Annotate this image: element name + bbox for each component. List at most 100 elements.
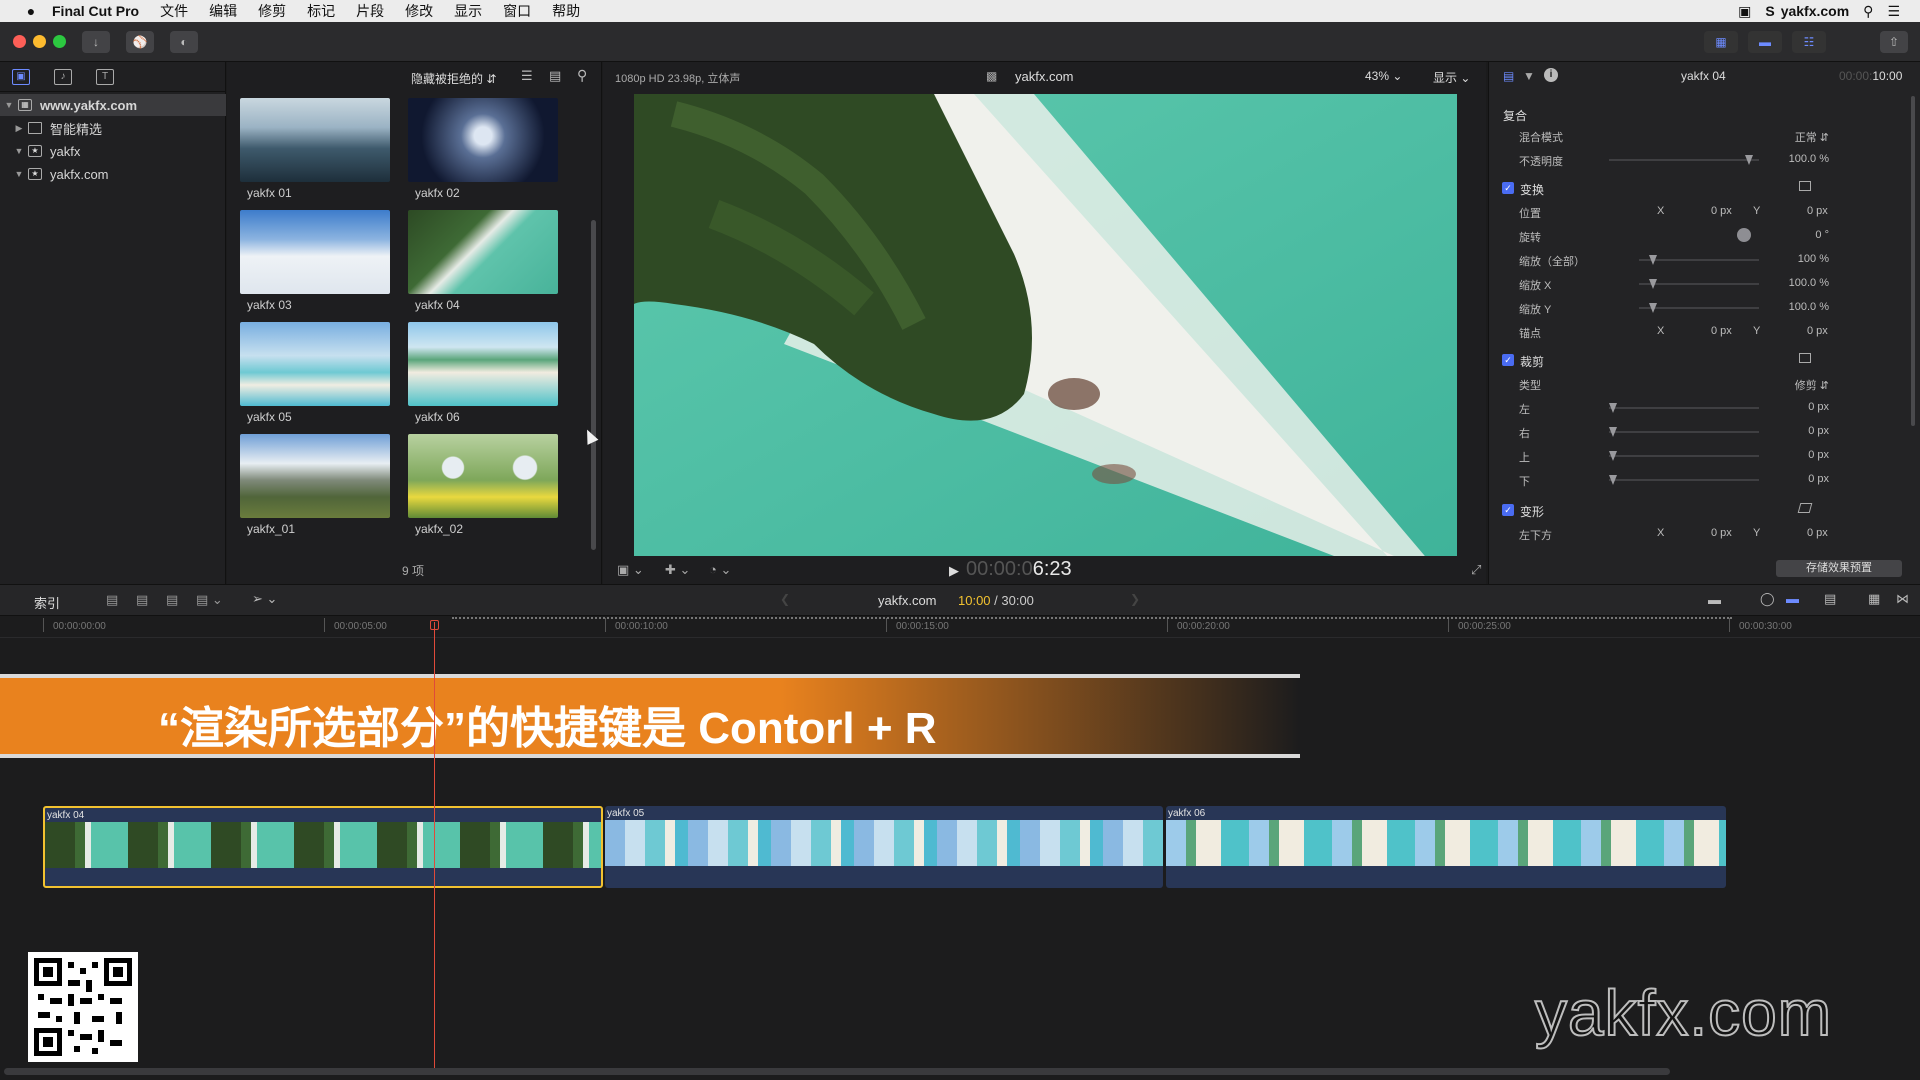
forward-arrow-icon[interactable]: ❯ bbox=[1130, 592, 1140, 606]
library-item-smart-collections[interactable]: ▶ 智能精选 bbox=[0, 117, 226, 139]
menu-site-label[interactable]: yakfx.com bbox=[1781, 3, 1849, 19]
disclosure-open-icon[interactable]: ▼ bbox=[0, 100, 18, 110]
clip-thumbnail-yakfx-01b[interactable] bbox=[240, 434, 390, 518]
crop-left-value[interactable]: 0 px bbox=[1808, 401, 1829, 413]
photos-audio-icon[interactable]: ♪ bbox=[54, 69, 72, 85]
position-y-value[interactable]: 0 px bbox=[1807, 205, 1828, 217]
append-clip-icon[interactable]: ▤ bbox=[166, 592, 178, 608]
scale-all-slider[interactable] bbox=[1639, 255, 1759, 265]
viewer-image[interactable] bbox=[634, 94, 1457, 556]
fullscreen-icon[interactable]: ⤢ bbox=[1471, 562, 1481, 578]
crop-type-popup[interactable]: 修剪 ⇵ bbox=[1795, 377, 1829, 393]
background-tasks-button[interactable]: ◐ bbox=[170, 31, 198, 53]
color-inspector-icon[interactable]: ▼ bbox=[1523, 69, 1535, 83]
bottom-left-x-value[interactable]: 0 px bbox=[1711, 527, 1732, 539]
crop-bottom-value[interactable]: 0 px bbox=[1808, 473, 1829, 485]
overwrite-clip-icon[interactable]: ▤ ⌄ bbox=[196, 592, 223, 608]
screen-record-icon[interactable]: ▣ bbox=[1738, 3, 1751, 20]
clip-appearance-icon[interactable]: ▤ bbox=[549, 68, 561, 84]
back-arrow-icon[interactable]: ❮ bbox=[780, 592, 790, 606]
timeline-ruler[interactable]: 00:00:00:00 00:00:05:00 00:00:10:00 00:0… bbox=[0, 616, 1920, 638]
snapping-icon[interactable]: ▤ bbox=[1824, 591, 1836, 607]
filter-popup[interactable]: 隐藏被拒绝的 ⇵ bbox=[411, 70, 496, 87]
libraries-icon[interactable]: ▣ bbox=[12, 69, 30, 85]
opacity-value[interactable]: 100.0 % bbox=[1789, 153, 1829, 165]
apple-icon[interactable]: ● bbox=[20, 3, 42, 19]
menu-file[interactable]: 文件 bbox=[160, 1, 188, 21]
menu-mark[interactable]: 标记 bbox=[307, 1, 335, 21]
clip-thumbnail-yakfx-02[interactable] bbox=[408, 98, 558, 182]
scale-all-value[interactable]: 100 % bbox=[1798, 253, 1829, 265]
notification-list-icon[interactable]: ☰ bbox=[1887, 3, 1900, 20]
close-window-button[interactable] bbox=[13, 35, 26, 48]
distort-checkbox[interactable]: ✓ bbox=[1502, 504, 1514, 516]
crop-bottom-knob[interactable] bbox=[1609, 475, 1617, 485]
scale-x-slider[interactable] bbox=[1639, 279, 1759, 289]
scale-x-knob[interactable] bbox=[1649, 279, 1657, 289]
rotation-dial-icon[interactable] bbox=[1737, 228, 1751, 242]
crop-left-slider[interactable] bbox=[1609, 403, 1759, 413]
clip-thumbnail-yakfx-05[interactable] bbox=[240, 322, 390, 406]
clip-thumbnail-yakfx-04[interactable] bbox=[408, 210, 558, 294]
display-popup[interactable]: 显示 ⌄ bbox=[1433, 69, 1470, 86]
crop-top-slider[interactable] bbox=[1609, 451, 1759, 461]
spotlight-search-icon[interactable]: ⚲ bbox=[1863, 3, 1873, 20]
crop-onscreen-icon[interactable] bbox=[1799, 353, 1811, 363]
inspector-scrollbar[interactable] bbox=[1911, 96, 1915, 426]
library-item-yakfx[interactable]: ▼ ★ yakfx bbox=[0, 140, 226, 162]
scale-all-knob[interactable] bbox=[1649, 255, 1657, 265]
menu-window[interactable]: 窗口 bbox=[503, 1, 531, 21]
crop-left-knob[interactable] bbox=[1609, 403, 1617, 413]
anchor-y-value[interactable]: 0 px bbox=[1807, 325, 1828, 337]
clip-thumbnail-yakfx-02b[interactable] bbox=[408, 434, 558, 518]
zoom-popup[interactable]: 43% ⌄ bbox=[1365, 69, 1402, 83]
crop-bottom-slider[interactable] bbox=[1609, 475, 1759, 485]
keywords-button[interactable]: ⚾ bbox=[126, 31, 154, 53]
play-icon[interactable]: ▶ bbox=[949, 563, 959, 579]
crop-right-value[interactable]: 0 px bbox=[1808, 425, 1829, 437]
titles-generators-icon[interactable]: T bbox=[96, 69, 114, 85]
clip-thumbnail-yakfx-01[interactable] bbox=[240, 98, 390, 182]
playhead[interactable] bbox=[434, 622, 435, 1070]
transform-onscreen-icon[interactable] bbox=[1799, 181, 1811, 191]
select-tool-icon[interactable]: ➢ ⌄ bbox=[252, 591, 277, 607]
layout-timeline-button[interactable]: ▬ bbox=[1748, 31, 1782, 53]
scale-y-value[interactable]: 100.0 % bbox=[1789, 301, 1829, 313]
timeline-clip-yakfx-05[interactable]: yakfx 05 bbox=[605, 806, 1163, 888]
menu-help[interactable]: 帮助 bbox=[552, 1, 580, 21]
transform-checkbox[interactable]: ✓ bbox=[1502, 182, 1514, 194]
scale-y-slider[interactable] bbox=[1639, 303, 1759, 313]
anchor-x-value[interactable]: 0 px bbox=[1711, 325, 1732, 337]
crop-right-slider[interactable] bbox=[1609, 427, 1759, 437]
opacity-knob[interactable] bbox=[1745, 155, 1753, 165]
speed-icon[interactable]: ◔ ⌄ bbox=[709, 562, 731, 578]
menu-app-name[interactable]: Final Cut Pro bbox=[52, 3, 139, 19]
layout-libraries-button[interactable]: ▦ bbox=[1704, 31, 1738, 53]
disclosure-open-icon[interactable]: ▼ bbox=[10, 146, 28, 156]
viewer-options-icon[interactable]: ▣ ⌄ bbox=[617, 562, 644, 578]
info-inspector-icon[interactable]: i bbox=[1544, 68, 1558, 82]
crop-right-knob[interactable] bbox=[1609, 427, 1617, 437]
scale-y-knob[interactable] bbox=[1649, 303, 1657, 313]
crop-checkbox[interactable]: ✓ bbox=[1502, 354, 1514, 366]
browser-scrollbar[interactable] bbox=[591, 220, 596, 550]
skimming-icon[interactable]: ▬ bbox=[1708, 592, 1721, 607]
layout-inspector-button[interactable]: ☷ bbox=[1792, 31, 1826, 53]
insert-clip-icon[interactable]: ▤ bbox=[136, 592, 148, 608]
menu-view[interactable]: 显示 bbox=[454, 1, 482, 21]
clip-thumbnail-yakfx-06[interactable] bbox=[408, 322, 558, 406]
menu-clip[interactable]: 片段 bbox=[356, 1, 384, 21]
disclosure-open-icon[interactable]: ▼ bbox=[10, 169, 28, 179]
opacity-slider[interactable] bbox=[1609, 155, 1759, 165]
zoom-window-button[interactable] bbox=[53, 35, 66, 48]
clip-appearance-timeline-icon[interactable]: ▦ bbox=[1868, 591, 1880, 607]
crop-top-value[interactable]: 0 px bbox=[1808, 449, 1829, 461]
import-button[interactable]: ↓ bbox=[82, 31, 110, 53]
crop-top-knob[interactable] bbox=[1609, 451, 1617, 461]
timeline-horizontal-scrollbar[interactable] bbox=[4, 1068, 1670, 1075]
menu-edit[interactable]: 编辑 bbox=[209, 1, 237, 21]
timeline-clip-yakfx-06[interactable]: yakfx 06 bbox=[1166, 806, 1726, 888]
position-x-value[interactable]: 0 px bbox=[1711, 205, 1732, 217]
video-inspector-icon[interactable]: ▤ bbox=[1503, 69, 1514, 83]
scale-x-value[interactable]: 100.0 % bbox=[1789, 277, 1829, 289]
